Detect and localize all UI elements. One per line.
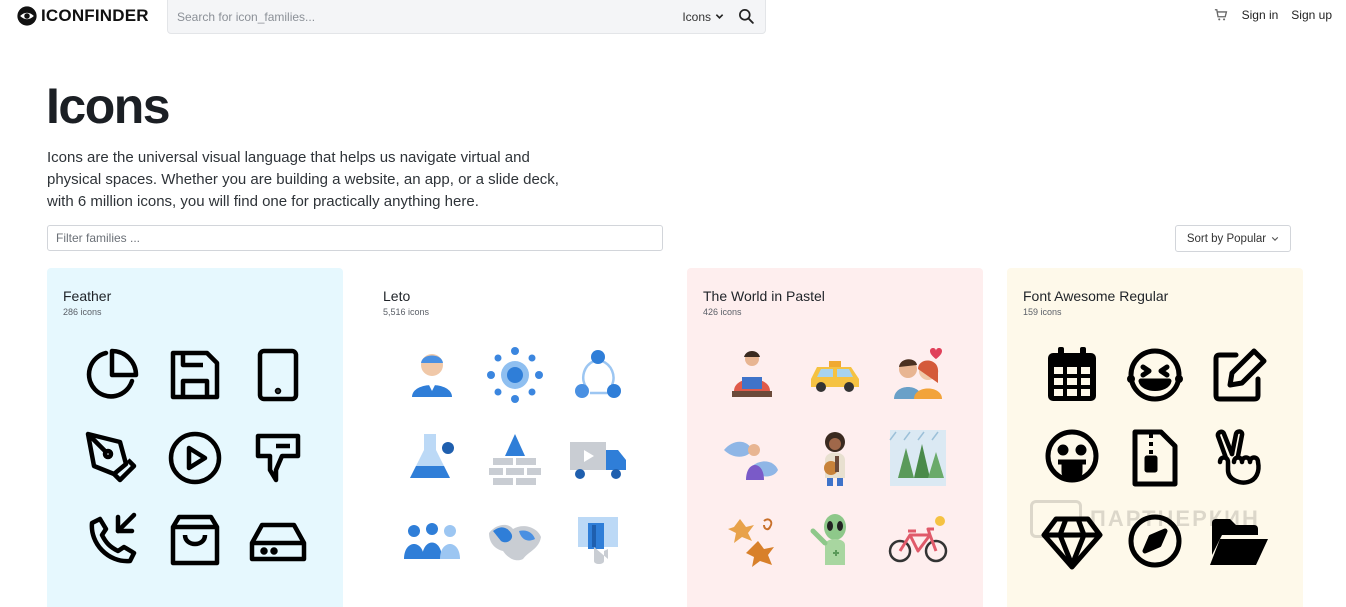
phone-incoming-icon[interactable] — [71, 499, 154, 582]
icon-grid — [711, 334, 959, 582]
grin-tongue-icon[interactable] — [1031, 417, 1114, 500]
world-map-icon[interactable] — [474, 499, 557, 582]
fish-person-icon[interactable] — [711, 417, 794, 500]
compass-icon[interactable] — [1114, 499, 1197, 582]
family-name: Feather — [63, 288, 112, 304]
taxi-icon[interactable] — [794, 334, 877, 417]
search-bar: Icons — [167, 0, 766, 34]
folder-open-icon[interactable] — [1196, 499, 1279, 582]
iconfinder-logo-icon — [17, 6, 37, 26]
search-button[interactable] — [736, 7, 756, 27]
icon-grid — [71, 334, 319, 582]
family-card-leto[interactable]: Leto 5,516 icons — [367, 268, 663, 607]
search-type-dropdown[interactable]: Icons — [682, 10, 724, 24]
businessman-icon[interactable] — [391, 334, 474, 417]
sign-up-link[interactable]: Sign up — [1291, 8, 1332, 22]
woman-guitar-icon[interactable] — [794, 417, 877, 500]
save-icon[interactable] — [154, 334, 237, 417]
team-icon[interactable] — [391, 499, 474, 582]
family-name: The World in Pastel — [703, 288, 825, 304]
icon-grid — [391, 334, 639, 582]
lab-flask-icon[interactable] — [391, 417, 474, 500]
shopping-bag-icon[interactable] — [154, 499, 237, 582]
cycle-flow-icon[interactable] — [556, 334, 639, 417]
chevron-down-icon — [715, 14, 724, 19]
edit-icon[interactable] — [1196, 334, 1279, 417]
family-card-feather[interactable]: Feather 286 icons — [47, 268, 343, 607]
network-gear-icon[interactable] — [474, 334, 557, 417]
search-input[interactable] — [168, 0, 683, 33]
brand-name: ICONFINDER — [41, 6, 149, 25]
family-count: 426 icons — [703, 307, 742, 317]
file-archive-icon[interactable] — [1114, 417, 1197, 500]
calendar-icon[interactable] — [1031, 334, 1114, 417]
search-type-label: Icons — [682, 9, 711, 24]
sign-in-link[interactable]: Sign in — [1242, 8, 1279, 22]
laugh-squint-icon[interactable] — [1114, 334, 1197, 417]
top-header: ICONFINDER Icons Sign in Sign up — [0, 0, 1346, 34]
family-count: 5,516 icons — [383, 307, 430, 317]
brand-logo[interactable]: ICONFINDER — [16, 4, 149, 28]
family-card-font-awesome-regular[interactable]: Font Awesome Regular 159 icons — [1007, 268, 1303, 607]
hard-drive-icon[interactable] — [236, 499, 319, 582]
gem-icon[interactable] — [1031, 499, 1114, 582]
firewall-icon[interactable] — [474, 417, 557, 500]
top-nav: Sign in Sign up — [1214, 8, 1332, 22]
family-name: Leto — [383, 288, 411, 304]
figma-icon[interactable] — [236, 417, 319, 500]
tablet-icon[interactable] — [236, 334, 319, 417]
family-count: 286 icons — [63, 307, 102, 317]
search-icon — [738, 9, 754, 24]
reading-couple-icon[interactable] — [711, 334, 794, 417]
cart-icon[interactable] — [1214, 8, 1228, 22]
page-description: Icons are the universal visual language … — [47, 149, 559, 210]
autumn-leaves-icon[interactable] — [711, 499, 794, 582]
family-count: 159 icons — [1023, 307, 1062, 317]
sort-label: Sort by Popular — [1186, 232, 1267, 245]
filter-families-input[interactable] — [47, 225, 663, 251]
pen-tool-icon[interactable] — [71, 417, 154, 500]
pie-chart-icon[interactable] — [71, 334, 154, 417]
alien-icon[interactable] — [794, 499, 877, 582]
family-name: Font Awesome Regular — [1023, 288, 1169, 304]
chevron-down-icon — [1271, 236, 1279, 241]
page-title: Icons — [46, 78, 171, 134]
rain-trees-icon[interactable] — [876, 417, 959, 500]
hand-peace-icon[interactable] — [1196, 417, 1279, 500]
bicycle-icon[interactable] — [876, 499, 959, 582]
couple-love-icon[interactable] — [876, 334, 959, 417]
card-payment-icon[interactable] — [556, 499, 639, 582]
play-circle-icon[interactable] — [154, 417, 237, 500]
icon-grid — [1031, 334, 1279, 582]
delivery-truck-icon[interactable] — [556, 417, 639, 500]
sort-dropdown[interactable]: Sort by Popular — [1175, 225, 1291, 252]
family-card-world-in-pastel[interactable]: The World in Pastel 426 icons — [687, 268, 983, 607]
